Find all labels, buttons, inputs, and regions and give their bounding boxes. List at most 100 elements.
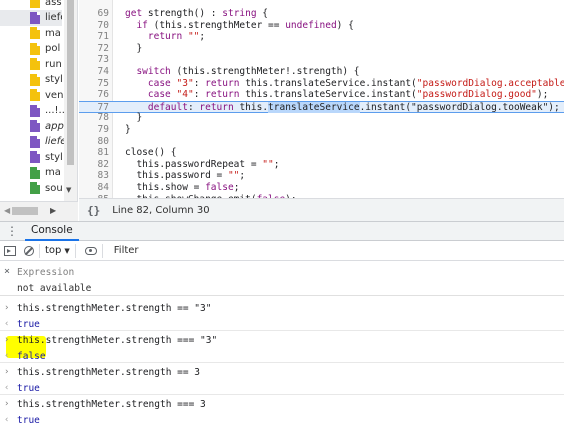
code-line[interactable]: 72 } [79,43,564,54]
code-line[interactable]: 80 [79,136,564,147]
file-icon [30,11,40,24]
line-number[interactable]: 72 [79,43,109,54]
file-tree-item-label: sou [45,182,63,194]
file-tree-item-label: ass [45,0,62,8]
code-line[interactable]: 77 default: return this.translateService… [79,100,564,113]
console-result: false [17,351,46,362]
code-text: } [125,42,143,54]
sources-panel: assliefemapolrunstylven...!..appliefesty… [0,0,564,221]
pretty-print-braces-icon[interactable]: {} [87,204,100,217]
file-tree-item-label: pol [45,43,61,54]
tab-console-label: Console [31,224,73,236]
code-editor[interactable]: 69 get strength() : string {70 if (this.s… [79,0,564,198]
live-expression-value: not available [17,283,92,294]
file-tree-scrollbar[interactable] [64,0,77,201]
code-line[interactable]: 82 this.passwordRepeat = ""; [79,159,564,170]
more-menu-icon[interactable]: ⋮ [5,224,19,238]
close-icon[interactable]: × [4,266,10,277]
code-line[interactable]: 69 get strength() : string { [79,8,564,19]
live-expression-eye-icon[interactable] [84,246,97,255]
line-number[interactable]: 75 [79,78,109,89]
code-text: get strength() : string { [125,8,269,19]
file-icon [30,89,40,101]
console-messages[interactable]: × Expression not available › this.strengt… [0,261,564,426]
file-tree-item-label: ma [45,167,61,178]
file-icon [30,135,40,148]
result-arrow-icon: ‹ [4,415,10,425]
live-expression-label[interactable]: Expression [17,267,74,278]
sidebar-toggle-icon[interactable] [4,245,16,256]
file-tree-scroll-thumb[interactable] [67,0,74,165]
console-entry[interactable]: › this.strengthMeter.strength === 3 ‹ true [0,395,564,426]
line-number[interactable]: 76 [79,89,109,100]
file-icon [30,58,40,70]
console-result: true [17,415,40,426]
clear-console-icon[interactable] [24,245,34,256]
line-number[interactable]: 79 [79,124,109,135]
line-number[interactable]: 80 [79,136,109,147]
line-number[interactable]: 70 [79,20,109,31]
console-entry[interactable]: › this.strengthMeter.strength === "3" ‹ fal… [0,331,564,363]
file-tree-item[interactable]: liefe [0,9,62,26]
code-line[interactable]: 71 return ""; [79,31,564,42]
horizontal-scroll-thumb[interactable] [12,207,38,215]
code-text: this.passwordRepeat = ""; [125,158,280,170]
code-text: if (this.strengthMeter == undefined) { [136,19,354,31]
code-line[interactable]: 76 case "4": return this.translateServic… [79,89,564,100]
execution-context-select[interactable]: top ▼ [45,245,70,256]
code-text-before-selection: default: return this. [147,101,269,113]
console-result: true [17,383,40,394]
console-toolbar: top ▼ [0,241,564,261]
console-entry[interactable]: › this.strengthMeter.strength == "3" ‹ true [0,299,564,331]
code-text: switch (this.strengthMeter!.strength) { [136,66,360,77]
scroll-right-arrow-icon[interactable]: ▶ [50,206,56,215]
line-number[interactable]: 81 [79,147,109,158]
code-text: close() { [125,147,177,159]
code-line[interactable]: 81 close() { [79,147,564,158]
line-number[interactable]: 78 [79,112,109,123]
file-tree-item-label: styl [45,74,63,85]
code-text: } [125,124,131,135]
line-number[interactable]: 69 [79,8,109,19]
code-line[interactable]: 84 this.show = false; [79,182,564,193]
drawer-tab-bar: ⋮ Console [0,221,564,241]
console-entry[interactable]: › this.strengthMeter.strength == 3 ‹ true [0,363,564,395]
code-line[interactable]: 83 this.password = ""; [79,170,564,181]
console-command: this.strengthMeter.strength === 3 [17,399,206,410]
scroll-left-arrow-icon[interactable]: ◀ [4,206,10,215]
line-number[interactable]: 84 [79,182,109,193]
line-number[interactable]: 82 [79,159,109,170]
file-icon [30,27,40,39]
code-line[interactable]: 79} [79,124,564,135]
line-number[interactable]: 83 [79,170,109,181]
file-tree-horizontal-scrollbar[interactable]: ◀ ▶ [0,201,78,221]
file-tree-item-label: liefe [45,12,62,23]
line-number[interactable]: 74 [79,66,109,77]
file-icon [30,120,40,132]
console-command: this.strengthMeter.strength == 3 [17,367,201,378]
result-arrow-icon: ‹ [4,351,10,361]
code-line[interactable]: 73 [79,54,564,65]
filter-input[interactable] [113,245,264,256]
tab-console[interactable]: Console [25,222,79,241]
file-tree-item-label: ven [45,89,64,101]
toolbar-divider [101,243,103,258]
code-line[interactable]: 78 } [79,112,564,123]
line-number[interactable]: 73 [79,54,109,65]
file-tree: assliefemapolrunstylven...!..appliefesty… [0,0,78,201]
file-icon [30,73,40,86]
selected-text: translateService [268,101,360,113]
file-icon [30,42,40,55]
file-icon [30,166,40,179]
scroll-down-arrow-icon[interactable]: ▼ [66,186,71,194]
toolbar-divider [74,243,76,258]
code-line[interactable]: 70 if (this.strengthMeter == undefined) … [79,20,564,31]
line-number[interactable]: 77 [79,102,109,113]
code-text: this.password = ""; [125,170,246,182]
result-arrow-icon: ‹ [4,319,10,329]
line-number[interactable]: 71 [79,31,109,42]
file-icon [30,182,40,194]
code-text: default: return this.translateService.in… [125,101,560,113]
code-line[interactable]: 75 case "3": return this.translateServic… [79,78,564,89]
code-line[interactable]: 74 switch (this.strengthMeter!.strength)… [79,66,564,77]
